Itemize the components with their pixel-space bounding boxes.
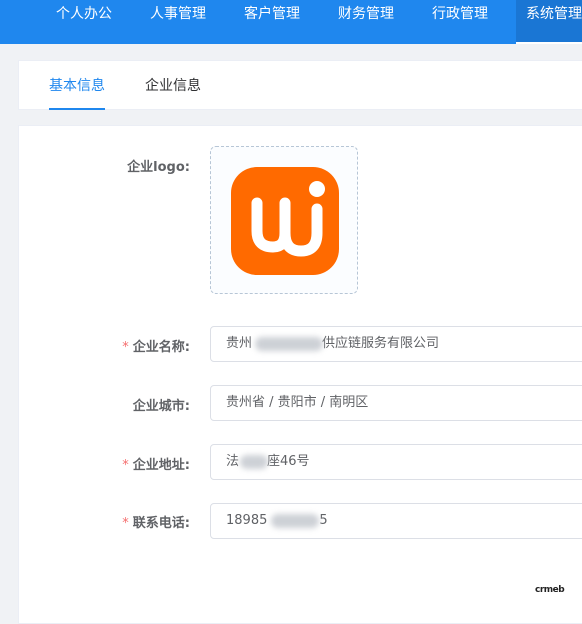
redaction-blur <box>240 455 268 469</box>
nav-item-system[interactable]: 系统管理 <box>516 0 582 44</box>
top-navigation: 个人办公 人事管理 客户管理 财务管理 行政管理 系统管理 <box>0 0 582 44</box>
company-name-input[interactable]: 贵州 供应链服务有限公司 <box>210 326 582 362</box>
crmeb-watermark: crmeb <box>535 585 565 595</box>
logo-uploader[interactable] <box>210 146 358 294</box>
contact-phone-label: * 联系电话: <box>122 516 190 531</box>
nav-active-indicator <box>516 42 582 44</box>
tab-basic-info[interactable]: 基本信息 <box>49 61 105 110</box>
nav-item-customer[interactable]: 客户管理 <box>244 0 300 44</box>
required-mark: * <box>122 516 129 531</box>
company-address-label: * 企业地址: <box>122 458 190 473</box>
nav-item-hr[interactable]: 人事管理 <box>150 0 206 44</box>
required-mark: * <box>122 458 129 473</box>
redaction-blur <box>255 337 323 351</box>
tabs-bar: 基本信息 企业信息 <box>18 60 582 110</box>
nav-item-finance[interactable]: 财务管理 <box>338 0 394 44</box>
required-mark: * <box>122 340 129 355</box>
nav-item-personal-office[interactable]: 个人办公 <box>56 0 112 44</box>
nav-item-admin[interactable]: 行政管理 <box>432 0 488 44</box>
nav-item-system-label: 系统管理 <box>526 6 582 22</box>
contact-phone-input[interactable]: 18985 5 <box>210 503 582 539</box>
tab-company-info[interactable]: 企业信息 <box>145 61 201 110</box>
company-city-label: 企业城市: <box>132 399 190 414</box>
logo-label: 企业logo: <box>127 160 190 175</box>
company-name-label: * 企业名称: <box>122 340 190 355</box>
company-address-input[interactable]: 法座46号 <box>210 444 582 480</box>
company-city-select[interactable]: 贵州省 / 贵阳市 / 南明区 <box>210 385 582 421</box>
redaction-blur <box>271 514 319 528</box>
company-form: 企业logo: * 企业名称: 贵州 供应链服务有限公司 企业城市: 贵州省 / 贵… <box>18 125 582 624</box>
crmeb-logo-icon <box>231 167 339 275</box>
